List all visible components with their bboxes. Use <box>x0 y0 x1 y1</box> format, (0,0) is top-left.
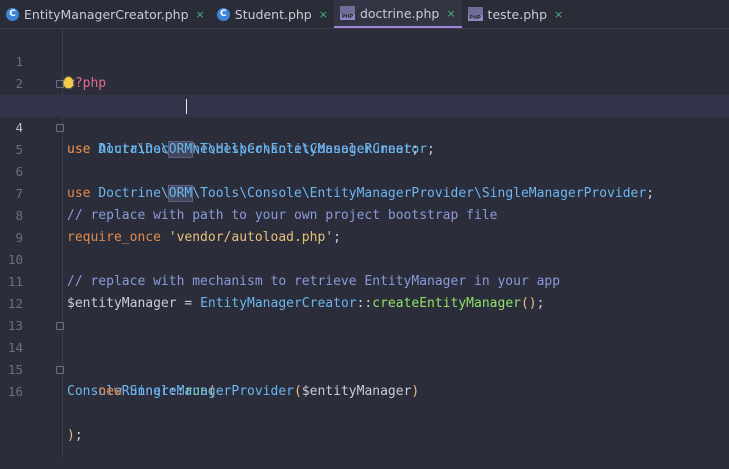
code-line: 9 <box>0 205 729 245</box>
tab-label: teste.php <box>487 6 548 22</box>
php-file-icon: PHP <box>467 7 483 21</box>
code-line: 1 <?php <box>0 29 729 91</box>
close-icon[interactable]: × <box>554 8 563 21</box>
code-line: 2 <box>0 51 729 91</box>
class-icon: C <box>216 7 230 21</box>
editor-tab-bar: C EntityManagerCreator.php × C Student.p… <box>0 0 729 29</box>
code-line: 6 <box>0 139 729 179</box>
php-file-icon: PHP <box>339 6 355 20</box>
parenthesis: ) <box>411 384 420 399</box>
close-icon[interactable]: × <box>319 8 328 21</box>
code-line: 12 <box>0 271 729 311</box>
tab-label: EntityManagerCreator.php <box>24 6 189 22</box>
code-line: 11 $entityManager = EntityManagerCreator… <box>0 249 729 311</box>
text-cursor <box>186 99 187 114</box>
class-icon: C <box>6 7 19 21</box>
code-line: 14 ConsoleRunner::run( <box>0 315 729 399</box>
code-line: 16 ); <box>0 359 729 443</box>
parenthesis: ) <box>67 428 75 443</box>
code-line: 8 require_once 'vendor/autoload.php'; <box>0 183 729 245</box>
fold-icon[interactable] <box>56 80 64 88</box>
code-line: 7 // replace with path to your own proje… <box>0 161 729 223</box>
line-number: 16 <box>7 384 23 399</box>
tab-entitymanagercreator[interactable]: C EntityManagerCreator.php × <box>0 0 211 28</box>
close-icon[interactable]: × <box>446 7 455 20</box>
code-editor[interactable]: 1 <?php 2 3 use Alura\Doctrine\Helper\En… <box>0 29 729 458</box>
tab-label: Student.php <box>234 6 312 22</box>
code-line: 3 use Alura\Doctrine\Helper\EntityManage… <box>0 73 729 157</box>
code-line: 5 use Doctrine\ORM\Tools\Console\EntityM… <box>0 117 729 202</box>
punctuation: ; <box>74 428 83 443</box>
tab-doctrine[interactable]: PHP doctrine.php × <box>333 0 462 28</box>
fold-icon[interactable] <box>56 366 64 374</box>
fold-icon[interactable] <box>56 124 64 132</box>
close-icon[interactable]: × <box>196 8 205 21</box>
tab-student[interactable]: C Student.php × <box>211 0 334 28</box>
tab-teste[interactable]: PHP teste.php × <box>462 0 570 28</box>
code-line: 15 new SingleManagerProvider($entityMana… <box>0 337 729 399</box>
keyword: new <box>98 384 122 399</box>
parenthesis: ( <box>294 384 302 399</box>
fold-icon[interactable] <box>56 322 64 330</box>
code-line-current: 4 use Doctrine\ORM\Tools\Console\Console… <box>0 95 729 158</box>
code-line: 10 // replace with mechanism to retrieve… <box>0 227 729 289</box>
tab-label: doctrine.php <box>359 5 440 21</box>
lightbulb-icon[interactable] <box>64 77 73 88</box>
class-name: SingleManagerProvider <box>129 384 294 399</box>
variable: $entityManager <box>301 384 412 399</box>
code-line: 13 <box>0 293 729 333</box>
